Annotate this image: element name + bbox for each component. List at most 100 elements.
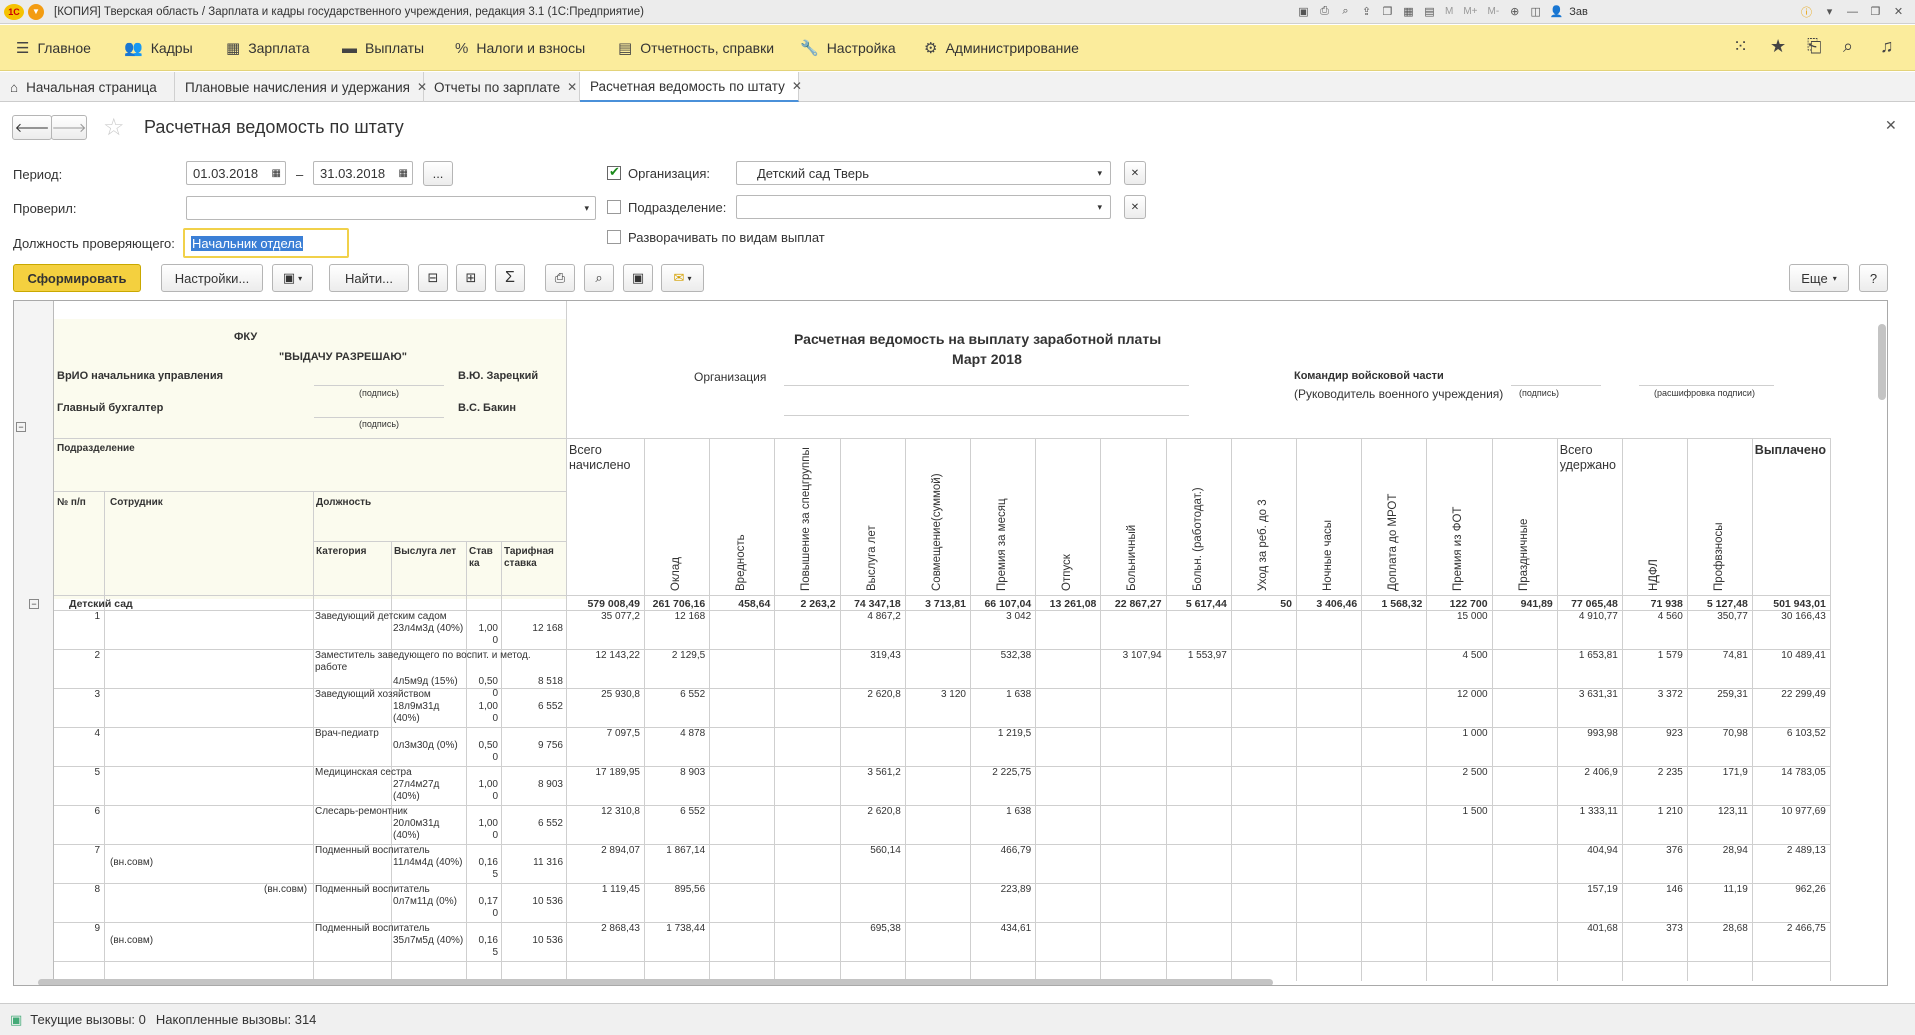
forward-button[interactable]: 🡒: [51, 115, 87, 140]
print-button[interactable]: ⎙: [545, 264, 575, 292]
panel-icon[interactable]: ◫: [1527, 3, 1544, 20]
tab-planned-accruals[interactable]: Плановые начисления и удержания ✕: [175, 72, 427, 102]
period-select-button[interactable]: ...: [423, 161, 453, 186]
calculator-icon[interactable]: ▦: [1400, 3, 1417, 20]
accrual-value: 4 867,2: [867, 611, 901, 622]
close-icon[interactable]: ✕: [567, 80, 577, 94]
history-icon[interactable]: ⎗: [1807, 36, 1821, 57]
chevron-down-icon[interactable]: ▾: [1097, 168, 1102, 179]
tariff-value: 12 168: [532, 623, 563, 634]
app-menu-button[interactable]: ▼: [28, 3, 44, 20]
collapse-groups-button[interactable]: ⊟: [418, 264, 448, 292]
menu-admin[interactable]: ⚙ Администрирование: [924, 25, 1079, 71]
restore-icon[interactable]: ❐: [1867, 3, 1884, 20]
close-icon[interactable]: ✕: [792, 79, 802, 93]
minimize-icon[interactable]: —: [1844, 3, 1861, 20]
tab-payroll-sheet[interactable]: Расчетная ведомость по штату ✕: [580, 72, 802, 102]
collapse-icon[interactable]: −: [29, 599, 39, 609]
menu-reports[interactable]: ▤ Отчетность, справки: [618, 25, 774, 71]
memory-button[interactable]: M: [1442, 6, 1456, 17]
horizontal-scrollbar-thumb[interactable]: [38, 979, 1273, 985]
period-from-input[interactable]: 01.03.2018 ▦: [186, 161, 286, 185]
menu-taxes[interactable]: % Налоги и взносы: [455, 25, 585, 71]
accrual-value: 319,43: [870, 650, 901, 661]
memory-minus-button[interactable]: M-: [1485, 6, 1503, 17]
chevron-down-icon[interactable]: ▾: [1097, 202, 1102, 213]
tab-home[interactable]: ⌂ Начальная страница: [0, 72, 175, 102]
chevron-down-icon[interactable]: ▾: [584, 203, 589, 214]
dept-clear-button[interactable]: ✕: [1124, 195, 1146, 219]
save-icon[interactable]: ▣: [1295, 3, 1312, 20]
close-window-icon[interactable]: ✕: [1890, 3, 1907, 20]
preview-icon[interactable]: ⌕: [1337, 3, 1354, 20]
search-icon[interactable]: ⌕: [1843, 36, 1853, 57]
checkmark-icon: ✔: [609, 164, 620, 179]
bell-icon[interactable]: ♫: [1880, 36, 1894, 57]
print-icon[interactable]: ⎙: [1316, 3, 1333, 20]
tab-salary-reports[interactable]: Отчеты по зарплате ✕: [424, 72, 580, 102]
save-button[interactable]: ▣: [623, 264, 653, 292]
copy-icon[interactable]: ❐: [1379, 3, 1396, 20]
find-button[interactable]: Найти...: [329, 264, 409, 292]
org-input[interactable]: Детский сад Тверь ▾: [736, 161, 1111, 185]
upload-icon[interactable]: ⇪: [1358, 3, 1375, 20]
total-accrued: 2 868,43: [601, 923, 640, 934]
help-button[interactable]: ?: [1859, 264, 1888, 292]
hdr-category: Категория: [316, 546, 367, 557]
user-name[interactable]: Зав: [1569, 6, 1588, 18]
sum-button[interactable]: Σ: [495, 264, 525, 292]
preview-button[interactable]: ⌕: [584, 264, 614, 292]
union-fee-value: 123,11: [1717, 806, 1748, 817]
expand-groups-button[interactable]: ⊞: [456, 264, 486, 292]
report-spreadsheet[interactable]: − − ФКУ "ВЫДАЧУ РАЗРЕШАЮ" ВрИО начальника …: [13, 300, 1888, 986]
menu-main[interactable]: ☰ Главное: [16, 25, 91, 71]
star-icon[interactable]: ★: [1770, 36, 1786, 57]
menu-settings[interactable]: 🔧 Настройка: [800, 25, 896, 71]
info-icon[interactable]: ⓘ: [1798, 3, 1815, 20]
position-input[interactable]: Начальник отдела: [183, 228, 349, 258]
position-text: работе: [315, 662, 348, 673]
apps-grid-icon[interactable]: ⁙: [1733, 36, 1748, 57]
close-form-icon[interactable]: ✕: [1885, 117, 1897, 134]
dept-input[interactable]: ▾: [736, 195, 1111, 219]
page-title: Расчетная ведомость по штату: [144, 117, 404, 137]
tariff-value: 8 903: [537, 779, 563, 790]
back-button[interactable]: 🡐: [12, 115, 52, 140]
ndfl-value: 1 579: [1657, 650, 1683, 661]
memory-plus-button[interactable]: M+: [1460, 6, 1480, 17]
org-checkbox[interactable]: ✔: [607, 164, 621, 180]
email-button[interactable]: ✉ ▾: [661, 264, 704, 292]
menu-hr[interactable]: 👥 Кадры: [124, 25, 193, 71]
total-deducted: 157,19: [1587, 884, 1618, 895]
tariff-value: 6 552: [537, 701, 563, 712]
hdr-accrual-6: Отпуск: [1061, 554, 1074, 591]
user-icon[interactable]: 👤: [1548, 3, 1565, 20]
grid-line: [54, 961, 1830, 962]
expand-checkbox[interactable]: [607, 230, 621, 244]
grid-line: [501, 541, 502, 981]
settings-button[interactable]: Настройки...: [161, 264, 263, 292]
chevron-down-icon[interactable]: ▾: [1821, 3, 1838, 20]
generate-button[interactable]: Сформировать: [13, 264, 141, 292]
group-value: 3 713,81: [925, 598, 966, 610]
calendar-icon[interactable]: ▦: [399, 168, 408, 179]
vertical-scrollbar-thumb[interactable]: [1878, 324, 1886, 400]
window-buttons: ⓘ ▾ — ❐ ✕: [1798, 3, 1907, 20]
hdr-tariff: Тарифная ставка: [504, 546, 554, 569]
zoom-icon[interactable]: ⊕: [1506, 3, 1523, 20]
head-role: ВрИО начальника управления: [57, 370, 224, 382]
collapse-icon[interactable]: −: [16, 422, 26, 432]
more-button[interactable]: Еще ▾: [1789, 264, 1849, 292]
dept-checkbox[interactable]: [607, 200, 621, 214]
checked-by-input[interactable]: ▾: [186, 196, 596, 220]
calendar-icon[interactable]: ▤: [1421, 3, 1438, 20]
org-clear-button[interactable]: ✕: [1124, 161, 1146, 185]
period-to-input[interactable]: 31.03.2018 ▦: [313, 161, 413, 185]
calendar-icon[interactable]: ▦: [272, 168, 281, 179]
menu-payments[interactable]: ▬ Выплаты: [342, 25, 424, 71]
variant-button[interactable]: ▣ ▾: [272, 264, 313, 292]
tariff-value: 11 316: [533, 857, 563, 868]
favorite-star-icon[interactable]: ☆: [103, 113, 125, 142]
menu-salary[interactable]: ▦ Зарплата: [226, 25, 310, 71]
accrual-value: 6 552: [680, 806, 706, 817]
